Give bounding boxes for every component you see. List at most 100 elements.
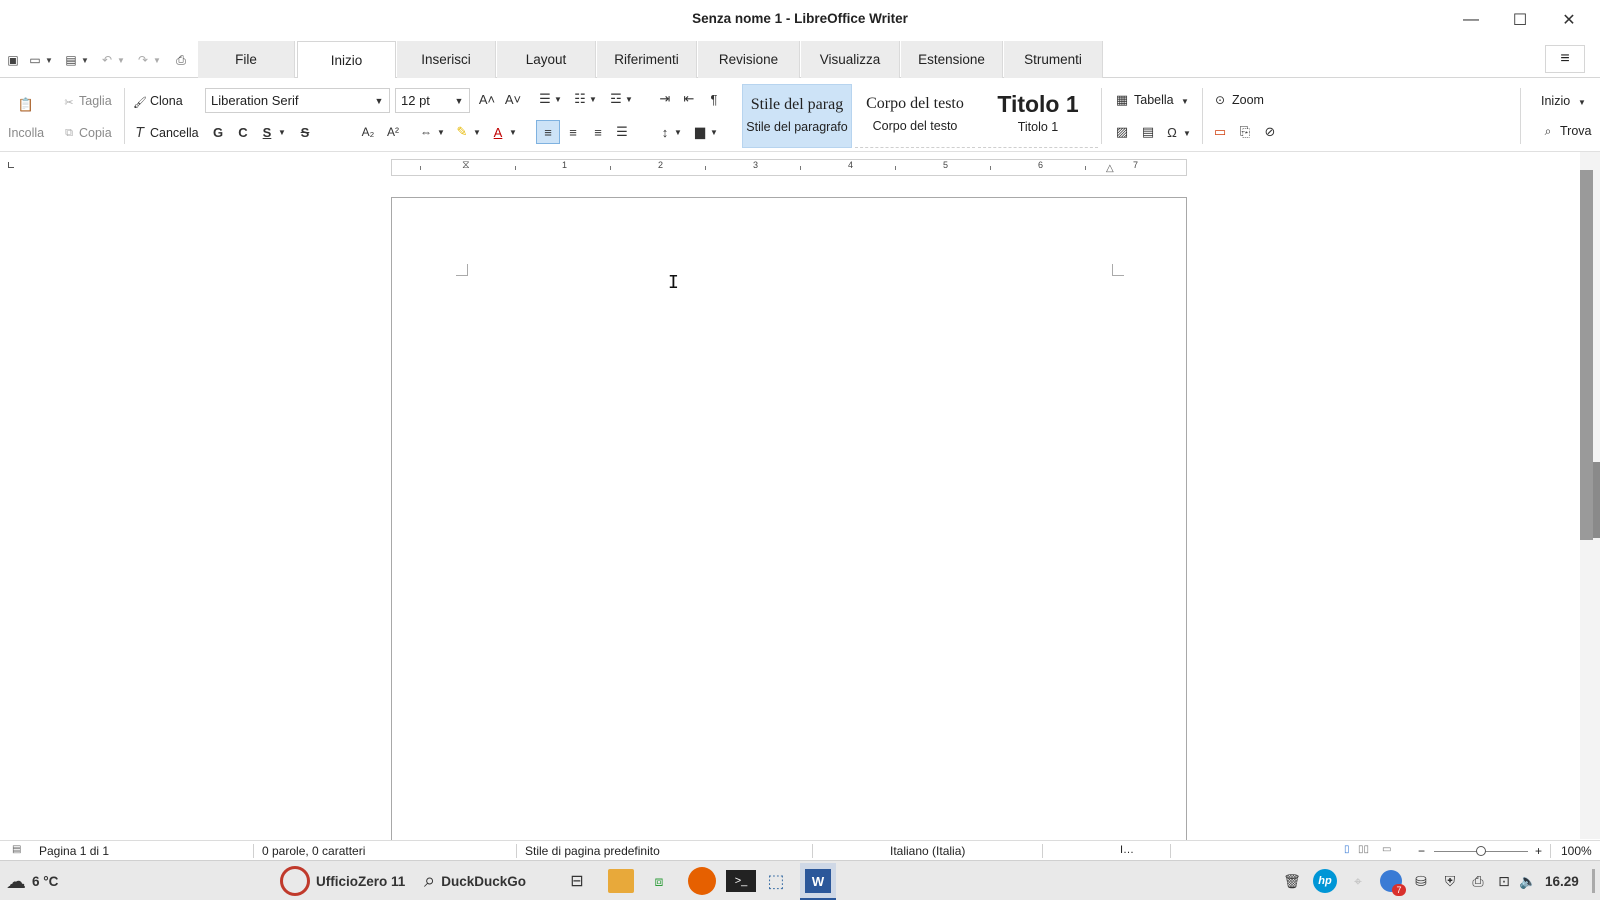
book-view-icon[interactable]: ▭	[1382, 844, 1391, 855]
tab-strumenti[interactable]: Strumenti	[1004, 41, 1103, 78]
tab-inserisci[interactable]: Inserisci	[397, 41, 496, 78]
volume-icon[interactable]: 🔈	[1518, 871, 1538, 891]
search-icon[interactable]: ⌕	[1540, 121, 1556, 141]
undo-icon[interactable]: ↶	[98, 51, 116, 69]
bold-button[interactable]: G	[208, 122, 228, 142]
chevron-down-icon[interactable]: ▼	[1180, 91, 1190, 111]
table-button[interactable]: Tabella	[1134, 93, 1174, 107]
open-folder-icon[interactable]: ▭	[26, 51, 44, 69]
strikethrough-button[interactable]: S	[295, 122, 315, 142]
paragraph-background-icon[interactable]: ▆	[690, 122, 710, 142]
clone-formatting-button[interactable]: Clona	[150, 94, 183, 108]
tab-visualizza[interactable]: Visualizza	[801, 41, 900, 78]
paste-button[interactable]: Incolla	[8, 126, 44, 140]
align-left-icon[interactable]: ≡	[536, 120, 560, 144]
page-style[interactable]: Stile di pagina predefinito	[525, 844, 660, 858]
subscript-icon[interactable]: A₂	[358, 122, 378, 142]
task-view-icon[interactable]: ⊟	[567, 871, 587, 891]
tab-stop-icon[interactable]	[8, 162, 14, 168]
app-store-icon[interactable]: ⧈	[649, 871, 669, 891]
single-page-view-icon[interactable]: ▯	[1344, 844, 1350, 855]
page-count[interactable]: Pagina 1 di 1	[39, 844, 109, 858]
zoom-out-icon[interactable]: −	[1418, 844, 1425, 858]
copy-icon[interactable]: ⧉	[62, 123, 76, 143]
redo-icon[interactable]: ↷	[134, 51, 152, 69]
font-name-combo[interactable]: Liberation Serif ▼	[205, 88, 390, 113]
file-manager-icon[interactable]	[608, 869, 634, 893]
table-icon[interactable]: ▦	[1114, 90, 1130, 110]
selection-mode-icon[interactable]: I…	[1120, 844, 1134, 856]
clock[interactable]: 16.29	[1545, 869, 1579, 893]
find-button[interactable]: Trova	[1560, 124, 1592, 138]
special-character-icon[interactable]: Ω	[1164, 122, 1180, 142]
close-button[interactable]: ✕	[1554, 8, 1584, 32]
save-icon[interactable]: ▤	[62, 51, 80, 69]
line-spacing-icon[interactable]: ↕	[655, 122, 675, 142]
maximize-button[interactable]: ☐	[1505, 8, 1535, 32]
chart-icon[interactable]: ▤	[1140, 122, 1156, 142]
style-default-paragraph[interactable]: Stile del parag Stile del paragrafo	[742, 84, 852, 148]
hamburger-menu-icon[interactable]: ≡	[1545, 45, 1585, 73]
scrollbar-thumb[interactable]	[1580, 170, 1593, 540]
multi-page-view-icon[interactable]: ▯▯	[1358, 844, 1369, 855]
character-spacing-icon[interactable]: ⇔	[416, 122, 436, 142]
trash-icon[interactable]: 🗑	[1282, 871, 1302, 891]
chevron-down-icon[interactable]: ▼	[449, 89, 469, 112]
firefox-icon[interactable]	[688, 867, 716, 895]
tab-file[interactable]: File	[198, 41, 295, 78]
tab-riferimenti[interactable]: Riferimenti	[597, 41, 697, 78]
chevron-down-icon[interactable]: ▼	[436, 122, 446, 142]
print-icon[interactable]: ⎙	[172, 51, 190, 69]
paste-icon[interactable]: 📋	[16, 95, 36, 115]
formatting-marks-icon[interactable]: ¶	[704, 89, 724, 109]
font-color-icon[interactable]: A	[488, 122, 508, 142]
clone-brush-icon[interactable]: 🖌	[133, 92, 147, 112]
document-page[interactable]	[391, 197, 1187, 857]
zoom-button[interactable]: Zoom	[1232, 93, 1264, 107]
decrease-indent-icon[interactable]: ⇤	[679, 89, 699, 109]
ufficiozero-button[interactable]: UfficioZero 11	[280, 866, 405, 896]
increase-indent-icon[interactable]: ⇥	[655, 89, 675, 109]
chevron-down-icon[interactable]: ▼	[369, 89, 389, 112]
align-center-icon[interactable]: ≡	[563, 122, 583, 142]
grow-font-icon[interactable]: A˄	[477, 89, 497, 109]
terminal-icon[interactable]: >_	[726, 870, 756, 892]
printer-icon[interactable]: ⎙	[1468, 871, 1488, 891]
network-icon[interactable]: ⊡	[1494, 871, 1514, 891]
weather-widget[interactable]: ☁ 6 °C	[6, 869, 58, 893]
show-desktop-button[interactable]	[1592, 869, 1595, 893]
writer-taskbar-icon[interactable]: W	[805, 869, 831, 893]
chevron-down-icon[interactable]: ▼	[709, 122, 719, 142]
new-document-icon[interactable]: ▣	[4, 51, 22, 69]
style-body-text[interactable]: Corpo del testo Corpo del testo	[855, 84, 975, 148]
location-icon[interactable]: ⌖	[1348, 871, 1368, 891]
chevron-down-icon[interactable]: ▼	[277, 122, 287, 142]
right-indent-marker-icon[interactable]: △	[1106, 163, 1114, 174]
image-icon[interactable]: ▨	[1114, 122, 1130, 142]
virtualbox-icon[interactable]: ⬚	[766, 871, 786, 891]
bullet-list-icon[interactable]: ☰	[535, 89, 555, 109]
shield-icon[interactable]: ⛨	[1440, 871, 1460, 891]
minimize-button[interactable]: —	[1456, 8, 1486, 32]
navigator-icon[interactable]: ⊘	[1262, 122, 1278, 142]
clear-formatting-button[interactable]: Cancella	[150, 126, 199, 140]
chevron-down-icon[interactable]: ▼	[508, 122, 518, 142]
tab-layout[interactable]: Layout	[497, 41, 596, 78]
copy-button[interactable]: Copia	[79, 126, 112, 140]
tab-estensione[interactable]: Estensione	[901, 41, 1003, 78]
shrink-font-icon[interactable]: A˅	[503, 89, 523, 109]
justify-icon[interactable]: ☰	[612, 122, 632, 142]
language[interactable]: Italiano (Italia)	[890, 844, 965, 858]
comment-icon[interactable]: ▭	[1212, 122, 1228, 142]
track-changes-icon[interactable]: ⎘	[1237, 122, 1253, 142]
duckduckgo-search[interactable]: ⌕ DuckDuckGo	[424, 869, 526, 893]
tab-revisione[interactable]: Revisione	[698, 41, 800, 78]
style-heading-1[interactable]: Titolo 1 Titolo 1	[978, 84, 1098, 148]
sidebar-toggle-handle[interactable]	[1593, 462, 1600, 538]
cut-button[interactable]: Taglia	[79, 94, 112, 108]
zoom-in-icon[interactable]: +	[1535, 844, 1542, 858]
indent-marker-icon[interactable]: ⧖	[462, 159, 470, 172]
chevron-down-icon[interactable]: ▼	[44, 51, 54, 69]
clear-formatting-icon[interactable]: 𝘛	[133, 123, 147, 143]
underline-button[interactable]: S	[257, 122, 277, 142]
